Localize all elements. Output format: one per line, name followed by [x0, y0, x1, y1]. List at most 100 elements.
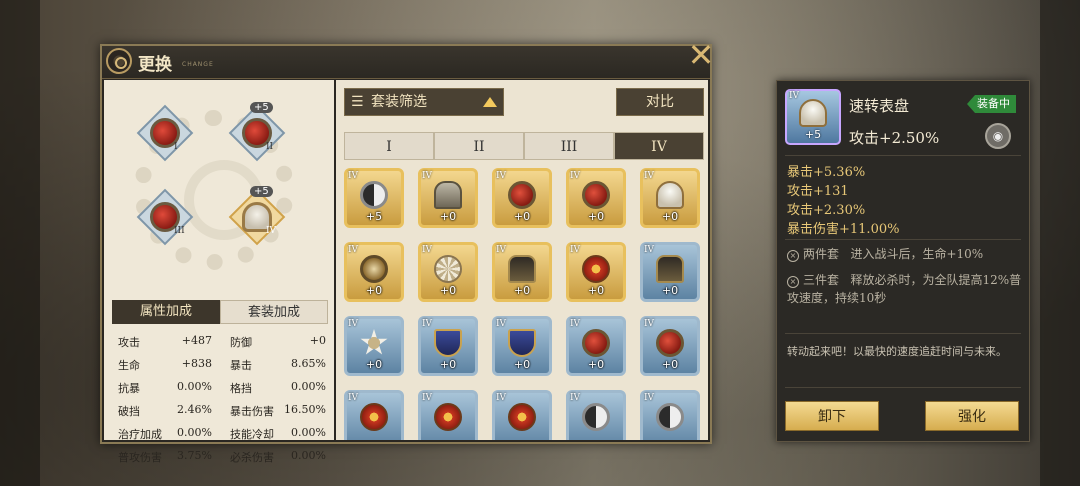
item-card[interactable]: IV: [492, 390, 552, 440]
item-card[interactable]: IV +0: [492, 242, 552, 302]
item-level: +0: [365, 284, 383, 297]
stat-value: +487: [181, 334, 212, 347]
red-icon: [656, 329, 684, 357]
item-roman: IV: [644, 245, 655, 255]
item-roman: IV: [496, 171, 507, 181]
item-card[interactable]: IV +5: [344, 168, 404, 228]
enhance-button[interactable]: 强化: [925, 401, 1019, 431]
slot-roman: II: [266, 142, 274, 152]
close-icon[interactable]: ✕: [686, 39, 716, 71]
item-roman: IV: [570, 319, 581, 329]
set-bonus-3: × 三件套 释放必杀时，为全队提高12%普攻速度，持续10秒: [787, 271, 1023, 307]
slot-level: +5: [250, 186, 273, 197]
equipped-slot-1[interactable]: I: [136, 104, 194, 162]
item-card[interactable]: IV +0: [344, 316, 404, 376]
stat-value: +838: [181, 357, 212, 370]
tab-set-bonus[interactable]: 套装加成: [220, 300, 328, 324]
divider: [785, 239, 1021, 240]
stat-value: 0.00%: [291, 380, 326, 393]
sub-stat: 攻击+131: [787, 184, 849, 199]
item-roman: IV: [644, 393, 655, 403]
set-bonus-2: × 两件套 进入战斗后，生命+10%: [787, 245, 1023, 263]
sub-stat: 暴击+5.36%: [787, 165, 866, 180]
tab-slot-1[interactable]: I: [344, 132, 434, 160]
flower-icon: [582, 255, 610, 283]
item-level: +0: [513, 284, 531, 297]
background-shade-right: [1040, 0, 1080, 486]
item-roman: IV: [422, 171, 433, 181]
item-card[interactable]: IV +0: [566, 168, 626, 228]
item-level: +0: [439, 210, 457, 223]
item-level: +0: [587, 358, 605, 371]
flower-icon: [508, 403, 536, 431]
item-level: +0: [661, 284, 679, 297]
gauge-icon: [799, 99, 827, 127]
anubis-icon: [656, 255, 684, 283]
shield-icon: [434, 329, 462, 357]
item-roman: IV: [422, 245, 433, 255]
sub-stat: 暴击伤害+11.00%: [787, 222, 900, 237]
item-card[interactable]: IV +0: [492, 316, 552, 376]
sub-stat: 攻击+2.30%: [787, 203, 866, 218]
equipped-slot-2[interactable]: II +5: [228, 102, 286, 162]
stat-row: 治疗加成 0.00% 技能冷却 0.00%: [118, 426, 328, 449]
item-card[interactable]: IV +0: [640, 316, 700, 376]
set-filter-dropdown[interactable]: ☰ 套装筛选: [344, 88, 504, 116]
tab-attribute-bonus[interactable]: 属性加成: [112, 300, 220, 324]
set-filter-label: 套装筛选: [371, 94, 427, 110]
compare-button[interactable]: 对比: [616, 88, 704, 116]
item-roman: IV: [570, 171, 581, 181]
item-card[interactable]: IV +0: [344, 242, 404, 302]
stat-row: 生命 +838 暴击 8.65%: [118, 357, 328, 380]
stat-tabs: 属性加成 套装加成: [112, 300, 328, 324]
item-card[interactable]: IV +0: [492, 168, 552, 228]
red-icon: [508, 181, 536, 209]
stat-value: 8.65%: [291, 357, 326, 370]
red-icon: [582, 181, 610, 209]
change-panel: 更换 CHANGE I II +5 III IV +5 属性加成 套装加成 攻击 +487 防…: [100, 44, 712, 464]
equipped-slot-3[interactable]: III: [136, 188, 194, 246]
item-card[interactable]: IV: [418, 390, 478, 440]
item-card[interactable]: IV: [640, 390, 700, 440]
item-card[interactable]: IV +0: [418, 168, 478, 228]
equipped-slot-4[interactable]: IV +5: [228, 186, 286, 246]
item-roman: IV: [570, 245, 581, 255]
tab-slot-2[interactable]: II: [434, 132, 524, 160]
panel-header: 更换 CHANGE: [102, 46, 710, 79]
tab-slot-3[interactable]: III: [524, 132, 614, 160]
stat-name: 生命: [118, 359, 140, 372]
anubis-icon: [508, 255, 536, 283]
item-card[interactable]: IV +0: [640, 168, 700, 228]
tab-slot-4[interactable]: IV: [614, 132, 704, 160]
item-roman: IV: [348, 245, 359, 255]
item-level: +0: [365, 358, 383, 371]
lock-icon[interactable]: ◉: [985, 123, 1011, 149]
item-card[interactable]: IV +0: [418, 316, 478, 376]
yin-icon: [656, 403, 684, 431]
item-level: +0: [513, 358, 531, 371]
stat-value: +0: [309, 334, 326, 347]
item-card[interactable]: IV: [344, 390, 404, 440]
slot-roman: I: [174, 142, 178, 152]
item-detail-panel: IV +5 速转表盘 装备中 攻击+2.50% ◉ 暴击+5.36% 攻击+131…: [776, 80, 1030, 442]
inactive-set-icon: ×: [787, 250, 799, 262]
stat-row: 破挡 2.46% 暴击伤害 16.50%: [118, 403, 328, 426]
stat-value: 0.00%: [177, 426, 212, 439]
panel-title: 更换: [138, 55, 172, 75]
unequip-button[interactable]: 卸下: [785, 401, 879, 431]
item-roman: IV: [348, 171, 359, 181]
item-card[interactable]: IV +0: [566, 242, 626, 302]
item-card[interactable]: IV: [566, 390, 626, 440]
item-card[interactable]: IV +0: [566, 316, 626, 376]
flower-icon: [360, 403, 388, 431]
item-roman: IV: [570, 393, 581, 403]
red-icon: [582, 329, 610, 357]
slot-roman: III: [174, 226, 185, 236]
shell-icon: [434, 255, 462, 283]
item-card[interactable]: IV +0: [640, 242, 700, 302]
flower-icon: [434, 403, 462, 431]
stat-row: 攻击 +487 防御 +0: [118, 334, 328, 357]
stat-name: 技能冷却: [230, 428, 274, 441]
stat-row: 普攻伤害 3.75% 必杀伤害 0.00%: [118, 449, 328, 472]
item-card[interactable]: IV +0: [418, 242, 478, 302]
